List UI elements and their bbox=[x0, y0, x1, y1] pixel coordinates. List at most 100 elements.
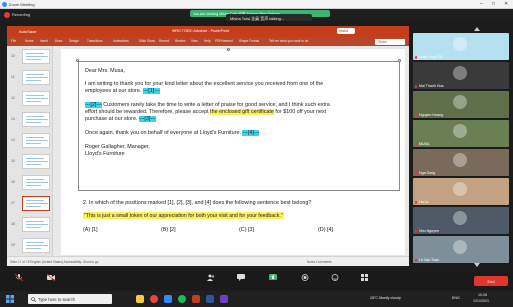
ribbon-tab-help[interactable]: Help bbox=[204, 39, 211, 43]
resize-handle[interactable] bbox=[227, 48, 230, 51]
ppt-share-button[interactable]: Share bbox=[375, 38, 405, 45]
ribbon-tab-slide-show[interactable]: Slide Show bbox=[139, 39, 155, 43]
share-screen-button[interactable]: Share Screen bbox=[258, 272, 288, 296]
participant-name: Mai Thanh Hoa bbox=[419, 84, 444, 88]
ribbon-tab-animations[interactable]: Animations bbox=[113, 39, 129, 43]
participant-tile[interactable]: Nhu Nguyen bbox=[413, 207, 509, 234]
participant-name: Huey Vlog 002 bbox=[419, 55, 443, 59]
ppt-ribbon: File Home Insert Draw Design Transitions Anima… bbox=[7, 37, 409, 46]
taskbar-search-input[interactable]: Type here to search bbox=[28, 294, 112, 304]
participant-tile[interactable]: Ha Le bbox=[413, 178, 509, 205]
slide-thumbnail[interactable] bbox=[22, 133, 50, 148]
clock-date[interactable]: 12/1/2021 bbox=[473, 299, 489, 303]
slide-thumbnail[interactable] bbox=[22, 91, 50, 106]
ppt-status-left: Slide 17 of 19 English (United States) A… bbox=[10, 260, 99, 264]
slide-thumbnail[interactable] bbox=[22, 196, 50, 211]
participant-tile[interactable]: Nga Dang bbox=[413, 149, 509, 176]
thumbnail-line bbox=[26, 185, 41, 187]
slide-thumbnail[interactable] bbox=[22, 49, 50, 64]
ribbon-tab-transitions[interactable]: Transitions bbox=[87, 39, 102, 43]
thumbnail-line bbox=[26, 122, 41, 124]
ribbon-tab-design[interactable]: Design bbox=[69, 39, 79, 43]
teams-taskbar-icon[interactable] bbox=[220, 295, 228, 303]
spotify-icon[interactable] bbox=[178, 295, 186, 303]
participant-tile[interactable]: Nguyen Hoang bbox=[413, 91, 509, 118]
thumbnail-line bbox=[26, 143, 41, 145]
thumbnail-line bbox=[26, 164, 41, 166]
slide-thumbnail-number: 15 bbox=[11, 159, 15, 163]
start-video-button[interactable]: Start Video bbox=[36, 272, 66, 296]
windows-start-icon[interactable] bbox=[6, 295, 14, 303]
participant-tile[interactable]: Le Van Tuan bbox=[413, 236, 509, 263]
participant-avatar bbox=[453, 66, 467, 80]
participant-avatar bbox=[453, 182, 467, 196]
end-meeting-button[interactable]: End bbox=[474, 276, 508, 286]
slide-thumbnail[interactable] bbox=[22, 238, 50, 253]
slide[interactable]: Dear Mrs. Musa, I am writing to thank yo… bbox=[61, 48, 405, 255]
slide-thumbnail-pane[interactable]: 10 11 12 13 14 15 16 17 18 19 bbox=[7, 46, 53, 256]
ribbon-tab-insert[interactable]: Insert bbox=[40, 39, 48, 43]
ribbon-tab-review[interactable]: Review bbox=[175, 39, 185, 43]
participant-avatar bbox=[453, 153, 467, 167]
ribbon-tab-file[interactable]: File bbox=[11, 39, 16, 43]
letter-text-box[interactable]: Dear Mrs. Musa, I am writing to thank yo… bbox=[78, 61, 400, 191]
record-button[interactable]: Record bbox=[290, 272, 320, 296]
ppt-status-right[interactable]: Notes Comments bbox=[307, 260, 332, 264]
thumbnail-line bbox=[26, 140, 48, 142]
slide-thumbnail[interactable] bbox=[22, 175, 50, 190]
mic-muted-icon bbox=[15, 274, 23, 281]
participant-name: Nga Dang bbox=[419, 171, 436, 175]
mic-muted-icon bbox=[415, 113, 417, 117]
ribbon-tab-record[interactable]: Record bbox=[159, 39, 169, 43]
letter-paragraph-2-line-2: effort should be rewarded. Therefore, pl… bbox=[85, 109, 327, 115]
ppt-user-badge[interactable]: Misha bbox=[337, 28, 355, 34]
slide-thumbnail[interactable] bbox=[22, 112, 50, 127]
powerpoint-taskbar-icon[interactable] bbox=[192, 295, 200, 303]
minimize-icon[interactable]: – bbox=[480, 1, 483, 7]
slide-thumbnail-number: 19 bbox=[11, 243, 15, 247]
participant-tile[interactable]: MUSA bbox=[413, 120, 509, 147]
slide-thumbnail[interactable] bbox=[22, 154, 50, 169]
unmute-button[interactable]: Unmute bbox=[4, 272, 34, 296]
chat-button[interactable]: Chat bbox=[226, 272, 256, 296]
gallery-up-icon[interactable] bbox=[474, 27, 480, 31]
slide-thumbnail[interactable] bbox=[22, 217, 50, 232]
reactions-button[interactable]: Reactions bbox=[320, 272, 350, 296]
mic-muted-icon bbox=[415, 84, 417, 88]
file-explorer-icon[interactable] bbox=[136, 295, 144, 303]
apps-button[interactable]: Apps bbox=[350, 272, 380, 296]
close-icon[interactable]: ✕ bbox=[504, 1, 508, 7]
ribbon-tab-view[interactable]: View bbox=[191, 39, 198, 43]
option-b: (B) [2] bbox=[161, 227, 176, 233]
slide-thumbnail-number: 17 bbox=[11, 201, 15, 205]
letter-signature-name: Roger Gallagher, Manager, bbox=[85, 144, 150, 150]
ribbon-tab-draw[interactable]: Draw bbox=[55, 39, 62, 43]
participant-tile[interactable]: Huey Vlog 002 bbox=[413, 33, 509, 60]
participant-tile[interactable]: Mai Thanh Hoa bbox=[413, 62, 509, 89]
maximize-icon[interactable]: □ bbox=[492, 1, 495, 7]
ribbon-tab-pdfelement[interactable]: PDFelement bbox=[215, 39, 233, 43]
participants-button[interactable]: Participants bbox=[196, 272, 226, 296]
zoom-window-title: Zoom Meeting bbox=[9, 2, 35, 7]
tell-me-search[interactable]: Tell me what you want to do bbox=[269, 39, 308, 43]
thumbnail-line bbox=[26, 203, 48, 205]
letter-paragraph-3: Once again, thank you on behalf of every… bbox=[85, 130, 260, 136]
participants-icon bbox=[207, 274, 215, 281]
zoom-taskbar-icon[interactable] bbox=[164, 295, 172, 303]
slide-thumbnail[interactable] bbox=[22, 70, 50, 85]
clock-time[interactable]: 10:28 bbox=[478, 293, 487, 297]
word-taskbar-icon[interactable] bbox=[206, 295, 214, 303]
ribbon-tab-home[interactable]: Home bbox=[25, 39, 34, 43]
participant-name: Nguyen Hoang bbox=[419, 113, 443, 117]
slide-thumbnail-number: 10 bbox=[11, 54, 15, 58]
mic-muted-icon bbox=[415, 258, 417, 262]
weather-status[interactable]: 28°C Mostly cloudy bbox=[370, 296, 401, 300]
option-a: (A) [1] bbox=[83, 227, 98, 233]
input-language[interactable]: ENG bbox=[452, 296, 460, 300]
slide-canvas: Dear Mrs. Musa, I am writing to thank yo… bbox=[53, 46, 409, 256]
chrome-icon[interactable] bbox=[150, 295, 158, 303]
zoom-logo-icon bbox=[2, 2, 7, 7]
gallery-down-icon[interactable] bbox=[474, 263, 480, 267]
ribbon-tab-shape-format[interactable]: Shape Format bbox=[239, 39, 259, 43]
ppt-quick-access[interactable]: AutoSave bbox=[19, 29, 36, 34]
